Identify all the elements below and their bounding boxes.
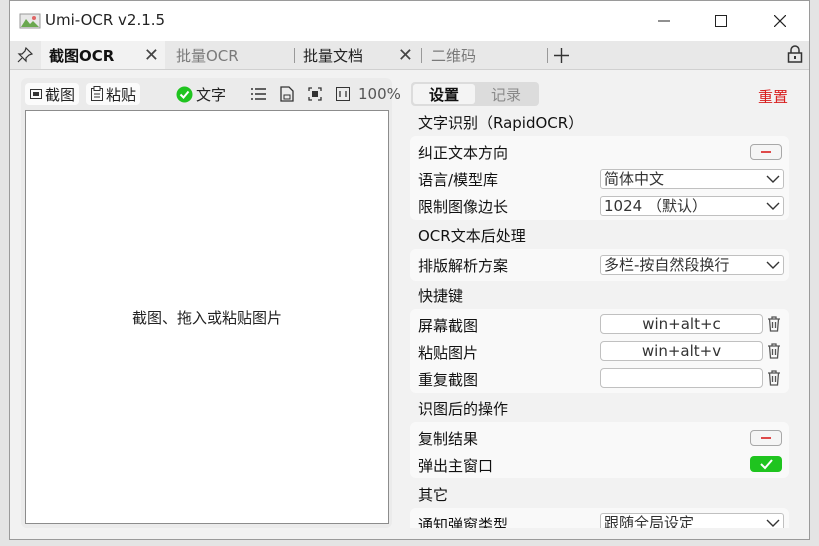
minimize-icon — [658, 20, 670, 22]
label-hk-screenshot: 屏幕截图 — [418, 317, 479, 335]
tab-bar: 截图OCR ✕ 批量OCR 批量文档 ✕ 二维码 — [10, 41, 809, 70]
title-bar: Umi-OCR v2.1.5 — [10, 1, 809, 41]
notify-select[interactable]: 跟随全局设定 — [600, 513, 784, 528]
image-canvas[interactable]: 截图、拖入或粘贴图片 — [25, 110, 389, 524]
chevron-down-icon — [766, 519, 780, 527]
language-value: 简体中文 — [604, 170, 665, 188]
seg-records[interactable]: 记录 — [475, 84, 537, 104]
paste-button[interactable]: 粘贴 — [86, 83, 141, 105]
card-hotkeys: 屏幕截图 win+alt+c 粘贴图片 win+alt+v 重复截图 — [410, 309, 789, 393]
hotkey-paste-field[interactable]: win+alt+v — [600, 341, 763, 361]
check-icon — [760, 459, 773, 470]
pin-icon[interactable] — [17, 47, 33, 63]
fit-screen-icon[interactable] — [308, 87, 322, 101]
label-hk-repeat: 重复截图 — [418, 371, 479, 389]
chevron-down-icon — [766, 175, 780, 183]
minus-icon — [761, 151, 771, 153]
app-window: Umi-OCR v2.1.5 截图OCR ✕ 批量OCR 批量文档 ✕ 二维码 … — [9, 0, 810, 540]
tab-label: 批量OCR — [176, 46, 239, 65]
zoom-level: 100% — [358, 85, 401, 103]
canvas-hint: 截图、拖入或粘贴图片 — [131, 308, 282, 327]
section-other: 其它 — [418, 486, 449, 504]
close-window-button[interactable] — [757, 7, 803, 35]
paste-icon — [91, 86, 103, 101]
card-after: 复制结果 弹出主窗口 — [410, 422, 789, 478]
label-hk-paste: 粘贴图片 — [418, 344, 479, 362]
toggle-copy-result[interactable] — [750, 430, 782, 446]
tab-label: 批量文档 — [303, 46, 364, 65]
label-notify: 通知弹窗类型 — [418, 516, 509, 528]
save-icon[interactable] — [280, 86, 294, 102]
plus-icon[interactable] — [554, 48, 569, 63]
label-limit-size: 限制图像边长 — [418, 198, 509, 216]
screenshot-button[interactable]: 截图 — [25, 83, 80, 105]
image-panel: 截图 粘贴 文字 100% 截图、拖入或粘贴图片 — [21, 78, 401, 528]
hotkey-screenshot-field[interactable]: win+alt+c — [600, 314, 763, 334]
limit-size-value: 1024 （默认） — [604, 197, 707, 215]
limit-size-select[interactable]: 1024 （默认） — [600, 196, 784, 216]
text-toggle[interactable]: 文字 — [176, 83, 226, 105]
minimize-button[interactable] — [641, 7, 687, 35]
section-hotkeys: 快捷键 — [418, 287, 464, 305]
chevron-down-icon — [766, 261, 780, 269]
tab-qrcode[interactable]: 二维码 — [423, 41, 547, 69]
section-ocr: 文字识别（RapidOCR） — [418, 114, 584, 132]
card-post: 排版解析方案 多栏-按自然段换行 — [410, 249, 789, 281]
minus-icon — [761, 437, 771, 439]
section-post: OCR文本后处理 — [418, 227, 526, 245]
label-popup-main: 弹出主窗口 — [418, 457, 494, 475]
screenshot-icon — [30, 89, 42, 99]
settings-panel: 设置 记录 重置 文字识别（RapidOCR） 纠正文本方向 语言/模型库 简体… — [401, 78, 797, 528]
tab-divider — [421, 48, 422, 63]
label-language: 语言/模型库 — [418, 171, 499, 189]
lock-icon[interactable] — [787, 45, 803, 63]
notify-value: 跟随全局设定 — [604, 514, 695, 528]
close-icon[interactable]: ✕ — [144, 45, 159, 66]
section-after: 识图后的操作 — [418, 400, 509, 418]
chevron-down-icon — [766, 202, 780, 210]
tab-divider — [547, 48, 548, 63]
card-ocr: 纠正文本方向 语言/模型库 简体中文 限制图像边长 1024 （默认） — [410, 136, 789, 220]
text-label: 文字 — [196, 85, 227, 104]
label-correct-direction: 纠正文本方向 — [418, 144, 509, 162]
toggle-correct-direction[interactable] — [750, 144, 782, 160]
tab-batch-doc[interactable]: 批量文档 ✕ — [295, 41, 419, 69]
label-copy-result: 复制结果 — [418, 430, 479, 448]
layout-select[interactable]: 多栏-按自然段换行 — [600, 255, 784, 275]
screenshot-label: 截图 — [45, 85, 76, 104]
paste-label: 粘贴 — [106, 85, 137, 104]
reset-button[interactable]: 重置 — [758, 86, 788, 107]
check-circle-icon — [176, 86, 193, 102]
list-icon[interactable] — [251, 87, 266, 101]
maximize-button[interactable] — [698, 7, 744, 35]
tab-label: 二维码 — [431, 46, 477, 65]
segmented-control: 设置 记录 — [411, 82, 539, 106]
tab-batch-ocr[interactable]: 批量OCR — [168, 41, 292, 69]
hotkey-repeat-field[interactable] — [600, 368, 763, 388]
tab-label: 截图OCR — [49, 46, 115, 65]
card-other: 通知弹窗类型 跟随全局设定 — [410, 508, 789, 528]
window-title: Umi-OCR v2.1.5 — [45, 11, 166, 29]
label-layout: 排版解析方案 — [418, 257, 509, 275]
language-select[interactable]: 简体中文 — [600, 169, 784, 189]
trash-icon[interactable] — [767, 316, 781, 332]
trash-icon[interactable] — [767, 370, 781, 386]
toggle-popup-main[interactable] — [750, 456, 782, 472]
tab-screenshot-ocr[interactable]: 截图OCR ✕ — [41, 41, 165, 69]
layout-value: 多栏-按自然段换行 — [604, 256, 730, 274]
app-icon — [19, 13, 41, 29]
trash-icon[interactable] — [767, 343, 781, 359]
actual-size-icon[interactable] — [336, 87, 350, 101]
maximize-icon — [715, 15, 727, 27]
close-icon — [774, 15, 786, 27]
seg-settings[interactable]: 设置 — [413, 84, 475, 104]
close-icon[interactable]: ✕ — [398, 45, 413, 66]
